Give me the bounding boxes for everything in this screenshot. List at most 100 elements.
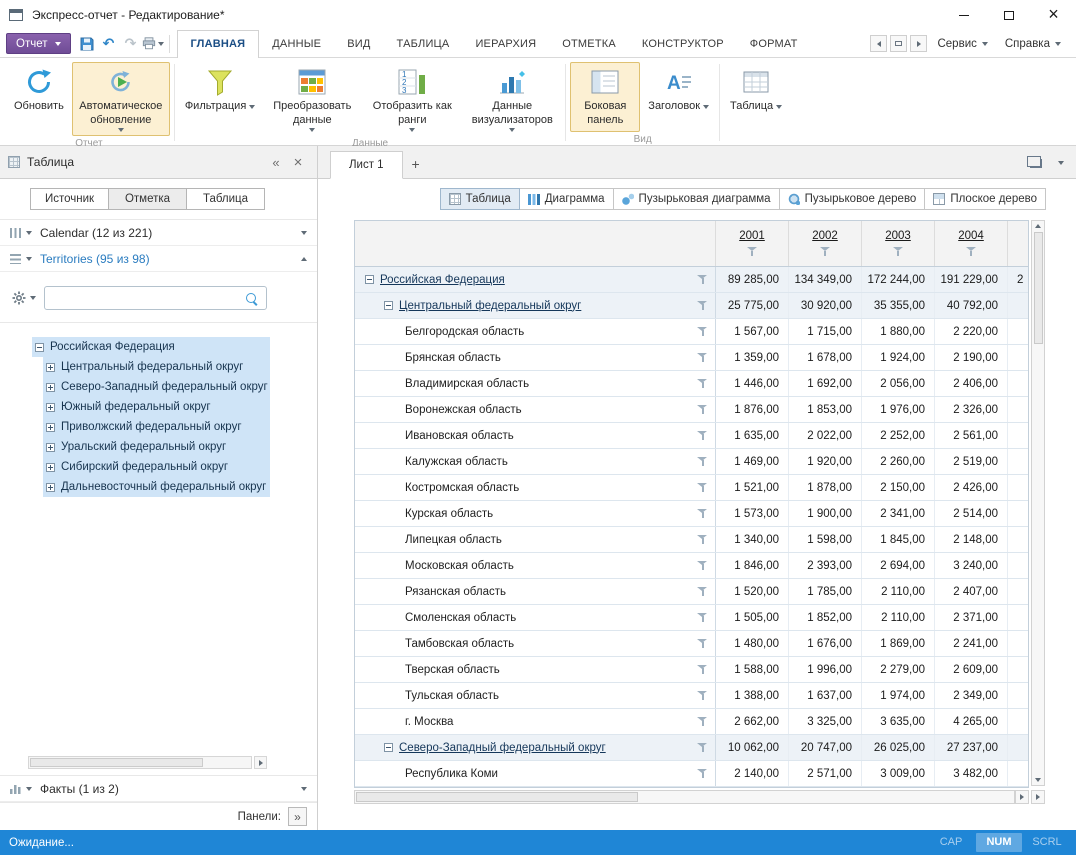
value-cell[interactable]: 2 393,00	[789, 553, 862, 578]
minimize-button[interactable]	[941, 1, 986, 30]
header-button[interactable]: A Заголовок	[642, 62, 715, 118]
tree-item[interactable]: Северо-Западный федеральный округ	[43, 377, 270, 397]
value-cell[interactable]: 1 505,00	[716, 605, 789, 630]
float-panel-icon[interactable]	[1030, 159, 1042, 168]
row-filter-button[interactable]	[690, 709, 716, 734]
row-header-cell[interactable]: Липецкая область	[355, 527, 690, 552]
close-button[interactable]	[1031, 1, 1076, 30]
row-filter-button[interactable]	[690, 267, 716, 292]
value-cell[interactable]: 2 407,00	[935, 579, 1008, 604]
scroll-tabs-right-button[interactable]	[910, 35, 927, 52]
column-filter-icon[interactable]	[966, 247, 977, 257]
row-header-cell[interactable]: Ивановская область	[355, 423, 690, 448]
transform-data-button[interactable]: Преобразовать данные	[263, 62, 361, 136]
scrollbar-thumb[interactable]	[30, 758, 203, 767]
scroll-right-button[interactable]	[254, 756, 267, 769]
close-panel-button[interactable]	[287, 151, 309, 173]
value-cell[interactable]: 2 190,00	[935, 345, 1008, 370]
value-cell[interactable]: 1 446,00	[716, 371, 789, 396]
tab-данные[interactable]: ДАННЫЕ	[259, 30, 334, 58]
column-header-2004[interactable]: 2004	[935, 221, 1008, 266]
view-button-table[interactable]: Таблица	[440, 188, 520, 210]
value-cell[interactable]: 2 241,00	[935, 631, 1008, 656]
value-cell[interactable]: 20 747,00	[789, 735, 862, 760]
row-header-cell[interactable]: Тамбовская область	[355, 631, 690, 656]
value-cell[interactable]: 1 974,00	[862, 683, 935, 708]
value-cell[interactable]: 2 561,00	[935, 423, 1008, 448]
row-header-cell[interactable]: Воронежская область	[355, 397, 690, 422]
expand-box-icon[interactable]	[46, 363, 55, 372]
collapse-box-icon[interactable]	[384, 743, 393, 752]
value-cell[interactable]: 1 845,00	[862, 527, 935, 552]
value-cell[interactable]: 2 426,00	[935, 475, 1008, 500]
print-button[interactable]	[142, 33, 164, 55]
tree-item[interactable]: Центральный федеральный округ	[43, 357, 270, 377]
value-cell[interactable]: 1 678,00	[789, 345, 862, 370]
expand-section-icon[interactable]	[301, 231, 307, 235]
column-header-2002[interactable]: 2002	[789, 221, 862, 266]
row-header-cell[interactable]: Калужская область	[355, 449, 690, 474]
value-cell[interactable]: 1 573,00	[716, 501, 789, 526]
chevron-down-icon[interactable]	[26, 787, 32, 791]
scrollbar-thumb[interactable]	[356, 792, 638, 802]
value-cell[interactable]: 2 514,00	[935, 501, 1008, 526]
row-header-cell[interactable]: Смоленская область	[355, 605, 690, 630]
value-cell[interactable]: 191 229,00	[935, 267, 1008, 292]
scroll-down-icon[interactable]	[1035, 778, 1041, 782]
value-cell[interactable]: 2 110,00	[862, 605, 935, 630]
value-cell[interactable]: 2 406,00	[935, 371, 1008, 396]
value-cell[interactable]: 35 355,00	[862, 293, 935, 318]
filter-button[interactable]: Фильтрация	[179, 62, 261, 118]
value-cell[interactable]: 2 056,00	[862, 371, 935, 396]
sidebar-tab-таблица[interactable]: Таблица	[186, 188, 265, 210]
service-menu-button[interactable]: Сервис	[930, 38, 994, 50]
tab-главная[interactable]: ГЛАВНАЯ	[177, 30, 260, 59]
value-cell[interactable]: 89 285,00	[716, 267, 789, 292]
value-cell[interactable]: 1 924,00	[862, 345, 935, 370]
maximize-button[interactable]	[986, 1, 1031, 30]
column-filter-icon[interactable]	[893, 247, 904, 257]
value-cell[interactable]: 1 520,00	[716, 579, 789, 604]
value-cell[interactable]: 2 662,00	[716, 709, 789, 734]
value-cell[interactable]: 2 326,00	[935, 397, 1008, 422]
row-filter-button[interactable]	[690, 683, 716, 708]
row-filter-button[interactable]	[690, 735, 716, 760]
value-cell[interactable]: 2 252,00	[862, 423, 935, 448]
scrollbar-track[interactable]	[28, 756, 252, 769]
value-cell[interactable]: 1 469,00	[716, 449, 789, 474]
value-cell[interactable]: 2 260,00	[862, 449, 935, 474]
row-filter-button[interactable]	[690, 319, 716, 344]
value-cell[interactable]: 3 240,00	[935, 553, 1008, 578]
value-cell[interactable]: 1 359,00	[716, 345, 789, 370]
value-cell[interactable]: 1 876,00	[716, 397, 789, 422]
value-cell[interactable]: 26 025,00	[862, 735, 935, 760]
scrollbar-track[interactable]	[354, 790, 1015, 804]
value-cell[interactable]: 2 609,00	[935, 657, 1008, 682]
dimension-calendar[interactable]: Calendar (12 из 221)	[0, 220, 317, 246]
value-cell[interactable]: 30 920,00	[789, 293, 862, 318]
row-filter-button[interactable]	[690, 605, 716, 630]
auto-refresh-toggle[interactable]: Автоматическое обновление	[72, 62, 170, 136]
sidebar-tab-отметка[interactable]: Отметка	[108, 188, 187, 210]
value-cell[interactable]: 2 571,00	[789, 761, 862, 786]
value-cell[interactable]: 2 519,00	[935, 449, 1008, 474]
value-cell[interactable]: 1 635,00	[716, 423, 789, 448]
value-cell[interactable]: 1 976,00	[862, 397, 935, 422]
more-panels-button[interactable]	[288, 807, 307, 826]
row-header-cell[interactable]: Северо-Западный федеральный округ	[355, 735, 690, 760]
value-cell[interactable]: 172 244,00	[862, 267, 935, 292]
expand-box-icon[interactable]	[46, 483, 55, 492]
row-header-cell[interactable]: Костромская область	[355, 475, 690, 500]
scroll-up-icon[interactable]	[1035, 224, 1041, 228]
value-cell[interactable]: 1 715,00	[789, 319, 862, 344]
column-header-2001[interactable]: 2001	[716, 221, 789, 266]
value-cell[interactable]: 134 349,00	[789, 267, 862, 292]
row-filter-button[interactable]	[690, 553, 716, 578]
value-cell[interactable]: 1 340,00	[716, 527, 789, 552]
collapse-section-icon[interactable]	[301, 257, 307, 261]
expand-section-icon[interactable]	[301, 787, 307, 791]
help-menu-button[interactable]: Справка	[998, 38, 1068, 50]
value-cell[interactable]: 10 062,00	[716, 735, 789, 760]
value-cell[interactable]: 1 637,00	[789, 683, 862, 708]
tab-конструктор[interactable]: КОНСТРУКТОР	[629, 30, 737, 58]
